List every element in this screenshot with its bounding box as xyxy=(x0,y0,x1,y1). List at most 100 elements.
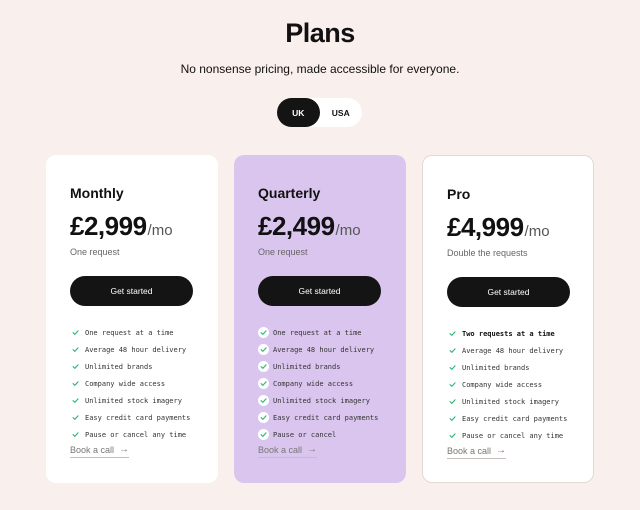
region-toggle: UK USA xyxy=(277,98,362,127)
book-call-label: Book a call xyxy=(258,444,303,455)
price-period: /mo xyxy=(147,222,173,239)
feature-label: Unlimited stock imagery xyxy=(85,396,182,405)
feature-item: Unlimited stock imagery xyxy=(447,393,593,410)
feature-item: Unlimited stock imagery xyxy=(70,392,218,409)
feature-item: Two requests at a time xyxy=(447,325,593,342)
feature-item: Easy credit card payments xyxy=(70,409,218,426)
feature-item: Easy credit card payments xyxy=(447,410,593,427)
check-icon xyxy=(258,395,269,406)
plan-requests: Double the requests xyxy=(447,248,528,258)
feature-list: Two requests at a time Average 48 hour d… xyxy=(447,325,593,444)
feature-label: Average 48 hour delivery xyxy=(462,346,564,355)
feature-label: Two requests at a time xyxy=(462,329,555,338)
feature-label: Unlimited stock imagery xyxy=(273,396,370,405)
get-started-button[interactable]: Get started xyxy=(70,276,193,306)
plan-requests: One request xyxy=(70,247,120,257)
check-icon xyxy=(70,344,81,355)
book-call-link[interactable]: Book a call → xyxy=(447,445,507,459)
price-period: /mo xyxy=(524,223,550,240)
check-icon xyxy=(447,345,458,356)
get-started-button[interactable]: Get started xyxy=(258,276,381,306)
check-icon xyxy=(447,396,458,407)
check-icon xyxy=(70,412,81,423)
feature-item: Pause or cancel any time xyxy=(70,426,218,443)
check-icon xyxy=(258,412,269,423)
feature-label: Average 48 hour delivery xyxy=(273,345,375,354)
feature-label: Unlimited brands xyxy=(462,363,530,372)
get-started-button[interactable]: Get started xyxy=(447,277,570,307)
feature-item: Unlimited brands xyxy=(70,358,218,375)
plan-card-monthly: Monthly £2,999 /mo One request Get start… xyxy=(46,155,218,483)
feature-item: Average 48 hour delivery xyxy=(447,342,593,359)
check-icon xyxy=(70,327,81,338)
feature-label: Unlimited brands xyxy=(273,362,341,371)
check-icon xyxy=(70,361,81,372)
feature-item: Unlimited brands xyxy=(447,359,593,376)
plan-card-quarterly: Quarterly £2,499 /mo One request Get sta… xyxy=(234,155,406,483)
page-subtitle: No nonsense pricing, made accessible for… xyxy=(180,62,460,76)
plan-name: Pro xyxy=(447,186,471,202)
feature-list: One request at a time Average 48 hour de… xyxy=(70,324,218,443)
price-row: £2,499 /mo xyxy=(258,211,406,241)
price-row: £2,999 /mo xyxy=(70,211,218,241)
feature-label: Company wide access xyxy=(462,380,543,389)
feature-item: Pause or cancel any time xyxy=(447,427,593,444)
check-icon xyxy=(447,328,458,339)
price-period: /mo xyxy=(335,222,361,239)
plan-card-pro: Pro £4,999 /mo Double the requests Get s… xyxy=(422,155,594,483)
region-option-usa[interactable]: USA xyxy=(320,98,363,127)
feature-label: Company wide access xyxy=(85,379,166,388)
plan-requests: One request xyxy=(258,247,308,257)
arrow-right-icon: → xyxy=(119,444,130,455)
feature-list: One request at a time Average 48 hour de… xyxy=(258,324,406,443)
feature-label: Company wide access xyxy=(273,379,354,388)
check-icon xyxy=(258,361,269,372)
check-icon xyxy=(258,327,269,338)
page-title: Plans xyxy=(285,18,355,48)
feature-label: Easy credit card payments xyxy=(85,413,191,422)
feature-label: Pause or cancel xyxy=(273,430,337,439)
feature-item: Easy credit card payments xyxy=(258,409,406,426)
check-icon xyxy=(447,430,458,441)
book-call-link[interactable]: Book a call → xyxy=(258,444,318,458)
book-call-label: Book a call xyxy=(70,444,115,455)
plan-name: Quarterly xyxy=(258,185,321,201)
feature-label: One request at a time xyxy=(273,328,362,337)
feature-item: Pause or cancel xyxy=(258,426,406,443)
check-icon xyxy=(258,344,269,355)
feature-label: Unlimited brands xyxy=(85,362,153,371)
plan-price: £4,999 xyxy=(447,212,524,242)
check-icon xyxy=(70,378,81,389)
check-icon xyxy=(447,362,458,373)
check-icon xyxy=(447,413,458,424)
book-call-label: Book a call xyxy=(447,445,492,456)
feature-label: Pause or cancel any time xyxy=(85,430,187,439)
plan-price: £2,999 xyxy=(70,211,147,241)
check-icon xyxy=(258,429,269,440)
feature-item: Company wide access xyxy=(447,376,593,393)
feature-label: Easy credit card payments xyxy=(273,413,379,422)
feature-label: Pause or cancel any time xyxy=(462,431,564,440)
check-icon xyxy=(70,395,81,406)
feature-item: Unlimited brands xyxy=(258,358,406,375)
check-icon xyxy=(258,378,269,389)
plan-name: Monthly xyxy=(70,185,124,201)
feature-item: One request at a time xyxy=(258,324,406,341)
feature-item: One request at a time xyxy=(70,324,218,341)
book-call-link[interactable]: Book a call → xyxy=(70,444,130,458)
feature-item: Company wide access xyxy=(258,375,406,392)
feature-label: Easy credit card payments xyxy=(462,414,568,423)
price-row: £4,999 /mo xyxy=(447,212,593,242)
feature-label: Average 48 hour delivery xyxy=(85,345,187,354)
feature-item: Unlimited stock imagery xyxy=(258,392,406,409)
check-icon xyxy=(70,429,81,440)
region-option-uk[interactable]: UK xyxy=(277,98,320,127)
feature-item: Average 48 hour delivery xyxy=(70,341,218,358)
plan-price: £2,499 xyxy=(258,211,335,241)
arrow-right-icon: → xyxy=(496,445,507,456)
feature-item: Company wide access xyxy=(70,375,218,392)
feature-label: One request at a time xyxy=(85,328,174,337)
feature-label: Unlimited stock imagery xyxy=(462,397,559,406)
check-icon xyxy=(447,379,458,390)
arrow-right-icon: → xyxy=(307,444,318,455)
